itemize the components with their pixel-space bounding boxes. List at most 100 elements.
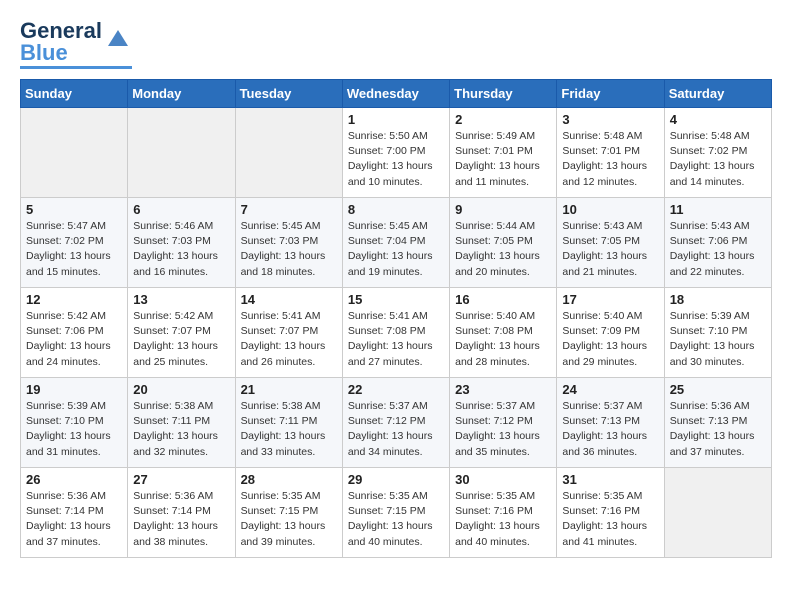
day-info: Sunrise: 5:35 AM Sunset: 7:15 PM Dayligh… <box>241 489 337 550</box>
day-header-monday: Monday <box>128 80 235 108</box>
day-number: 25 <box>670 382 766 397</box>
calendar-cell: 31 Sunrise: 5:35 AM Sunset: 7:16 PM Dayli… <box>557 468 664 558</box>
day-number: 27 <box>133 472 229 487</box>
day-header-friday: Friday <box>557 80 664 108</box>
day-info: Sunrise: 5:37 AM Sunset: 7:12 PM Dayligh… <box>348 399 444 460</box>
calendar-cell: 18 Sunrise: 5:39 AM Sunset: 7:10 PM Dayli… <box>664 288 771 378</box>
day-info: Sunrise: 5:45 AM Sunset: 7:04 PM Dayligh… <box>348 219 444 280</box>
day-number: 3 <box>562 112 658 127</box>
day-info: Sunrise: 5:44 AM Sunset: 7:05 PM Dayligh… <box>455 219 551 280</box>
day-number: 6 <box>133 202 229 217</box>
day-info: Sunrise: 5:49 AM Sunset: 7:01 PM Dayligh… <box>455 129 551 190</box>
day-info: Sunrise: 5:48 AM Sunset: 7:02 PM Dayligh… <box>670 129 766 190</box>
day-info: Sunrise: 5:38 AM Sunset: 7:11 PM Dayligh… <box>133 399 229 460</box>
day-info: Sunrise: 5:39 AM Sunset: 7:10 PM Dayligh… <box>670 309 766 370</box>
day-number: 19 <box>26 382 122 397</box>
calendar-cell: 26Sunrise: 5:36 AM Sunset: 7:14 PM Dayli… <box>21 468 128 558</box>
calendar-cell: 30 Sunrise: 5:35 AM Sunset: 7:16 PM Dayli… <box>450 468 557 558</box>
day-number: 9 <box>455 202 551 217</box>
calendar-cell: 10Sunrise: 5:43 AM Sunset: 7:05 PM Dayli… <box>557 198 664 288</box>
day-info: Sunrise: 5:35 AM Sunset: 7:16 PM Dayligh… <box>562 489 658 550</box>
calendar-cell: 21 Sunrise: 5:38 AM Sunset: 7:11 PM Dayli… <box>235 378 342 468</box>
calendar-cell <box>664 468 771 558</box>
calendar-cell: 7 Sunrise: 5:45 AM Sunset: 7:03 PM Daylig… <box>235 198 342 288</box>
day-info: Sunrise: 5:41 AM Sunset: 7:08 PM Dayligh… <box>348 309 444 370</box>
day-number: 11 <box>670 202 766 217</box>
calendar-cell: 3 Sunrise: 5:48 AM Sunset: 7:01 PM Daylig… <box>557 108 664 198</box>
calendar-cell: 2 Sunrise: 5:49 AM Sunset: 7:01 PM Daylig… <box>450 108 557 198</box>
calendar-cell: 11 Sunrise: 5:43 AM Sunset: 7:06 PM Dayli… <box>664 198 771 288</box>
calendar-week-3: 19 Sunrise: 5:39 AM Sunset: 7:10 PM Dayli… <box>21 378 772 468</box>
day-number: 12 <box>26 292 122 307</box>
calendar-cell: 28 Sunrise: 5:35 AM Sunset: 7:15 PM Dayli… <box>235 468 342 558</box>
calendar-cell: 12Sunrise: 5:42 AM Sunset: 7:06 PM Dayli… <box>21 288 128 378</box>
calendar-cell <box>128 108 235 198</box>
calendar-cell: 16 Sunrise: 5:40 AM Sunset: 7:08 PM Dayli… <box>450 288 557 378</box>
day-number: 23 <box>455 382 551 397</box>
day-info: Sunrise: 5:50 AM Sunset: 7:00 PM Dayligh… <box>348 129 444 190</box>
calendar-cell: 6 Sunrise: 5:46 AM Sunset: 7:03 PM Daylig… <box>128 198 235 288</box>
day-number: 2 <box>455 112 551 127</box>
day-info: Sunrise: 5:37 AM Sunset: 7:13 PM Dayligh… <box>562 399 658 460</box>
calendar-cell: 24 Sunrise: 5:37 AM Sunset: 7:13 PM Dayli… <box>557 378 664 468</box>
calendar-cell: 4 Sunrise: 5:48 AM Sunset: 7:02 PM Daylig… <box>664 108 771 198</box>
logo-text: GeneralBlue <box>20 20 102 64</box>
day-number: 26 <box>26 472 122 487</box>
day-number: 24 <box>562 382 658 397</box>
day-number: 22 <box>348 382 444 397</box>
calendar-cell: 14Sunrise: 5:41 AM Sunset: 7:07 PM Dayli… <box>235 288 342 378</box>
day-info: Sunrise: 5:36 AM Sunset: 7:14 PM Dayligh… <box>133 489 229 550</box>
day-info: Sunrise: 5:45 AM Sunset: 7:03 PM Dayligh… <box>241 219 337 280</box>
day-number: 18 <box>670 292 766 307</box>
day-number: 13 <box>133 292 229 307</box>
day-info: Sunrise: 5:42 AM Sunset: 7:07 PM Dayligh… <box>133 309 229 370</box>
calendar-cell: 13 Sunrise: 5:42 AM Sunset: 7:07 PM Dayli… <box>128 288 235 378</box>
calendar-cell: 22 Sunrise: 5:37 AM Sunset: 7:12 PM Dayli… <box>342 378 449 468</box>
day-number: 15 <box>348 292 444 307</box>
logo-underline <box>20 66 132 69</box>
calendar-cell: 5 Sunrise: 5:47 AM Sunset: 7:02 PM Daylig… <box>21 198 128 288</box>
day-number: 4 <box>670 112 766 127</box>
day-info: Sunrise: 5:41 AM Sunset: 7:07 PM Dayligh… <box>241 309 337 370</box>
day-info: Sunrise: 5:43 AM Sunset: 7:06 PM Dayligh… <box>670 219 766 280</box>
day-header-wednesday: Wednesday <box>342 80 449 108</box>
calendar-week-2: 12Sunrise: 5:42 AM Sunset: 7:06 PM Dayli… <box>21 288 772 378</box>
day-number: 28 <box>241 472 337 487</box>
calendar-week-1: 5 Sunrise: 5:47 AM Sunset: 7:02 PM Daylig… <box>21 198 772 288</box>
day-info: Sunrise: 5:47 AM Sunset: 7:02 PM Dayligh… <box>26 219 122 280</box>
calendar-cell: 23 Sunrise: 5:37 AM Sunset: 7:12 PM Dayli… <box>450 378 557 468</box>
day-info: Sunrise: 5:35 AM Sunset: 7:15 PM Dayligh… <box>348 489 444 550</box>
calendar-table: SundayMondayTuesdayWednesdayThursdayFrid… <box>20 79 772 558</box>
day-number: 16 <box>455 292 551 307</box>
day-number: 5 <box>26 202 122 217</box>
day-info: Sunrise: 5:37 AM Sunset: 7:12 PM Dayligh… <box>455 399 551 460</box>
day-info: Sunrise: 5:48 AM Sunset: 7:01 PM Dayligh… <box>562 129 658 190</box>
day-number: 20 <box>133 382 229 397</box>
day-number: 17 <box>562 292 658 307</box>
logo: GeneralBlue <box>20 20 132 69</box>
calendar-cell: 27 Sunrise: 5:36 AM Sunset: 7:14 PM Dayli… <box>128 468 235 558</box>
day-info: Sunrise: 5:35 AM Sunset: 7:16 PM Dayligh… <box>455 489 551 550</box>
day-header-sunday: Sunday <box>21 80 128 108</box>
day-header-thursday: Thursday <box>450 80 557 108</box>
day-number: 30 <box>455 472 551 487</box>
day-info: Sunrise: 5:38 AM Sunset: 7:11 PM Dayligh… <box>241 399 337 460</box>
calendar-week-4: 26 Sunrise: 5:36 AM Sunset: 7:14 PM Dayli… <box>21 468 772 558</box>
day-info: Sunrise: 5:36 AM Sunset: 7:13 PM Dayligh… <box>670 399 766 460</box>
day-number: 31 <box>562 472 658 487</box>
day-number: 1 <box>348 112 444 127</box>
day-info: Sunrise: 5:40 AM Sunset: 7:09 PM Dayligh… <box>562 309 658 370</box>
day-number: 7 <box>241 202 337 217</box>
calendar-cell: 29 Sunrise: 5:35 AM Sunset: 7:15 PM Dayli… <box>342 468 449 558</box>
calendar-cell: 15 Sunrise: 5:41 AM Sunset: 7:08 PM Dayli… <box>342 288 449 378</box>
day-number: 21 <box>241 382 337 397</box>
calendar-cell: 20 Sunrise: 5:38 AM Sunset: 7:11 PM Dayli… <box>128 378 235 468</box>
day-info: Sunrise: 5:39 AM Sunset: 7:10 PM Dayligh… <box>26 399 122 460</box>
calendar-week-0: 1 Sunrise: 5:50 AM Sunset: 7:00 PM Daylig… <box>21 108 772 198</box>
calendar-cell: 9 Sunrise: 5:44 AM Sunset: 7:05 PM Daylig… <box>450 198 557 288</box>
calendar-cell: 17 Sunrise: 5:40 AM Sunset: 7:09 PM Dayli… <box>557 288 664 378</box>
calendar-cell: 1 Sunrise: 5:50 AM Sunset: 7:00 PM Daylig… <box>342 108 449 198</box>
day-number: 29 <box>348 472 444 487</box>
day-info: Sunrise: 5:46 AM Sunset: 7:03 PM Dayligh… <box>133 219 229 280</box>
day-info: Sunrise: 5:40 AM Sunset: 7:08 PM Dayligh… <box>455 309 551 370</box>
